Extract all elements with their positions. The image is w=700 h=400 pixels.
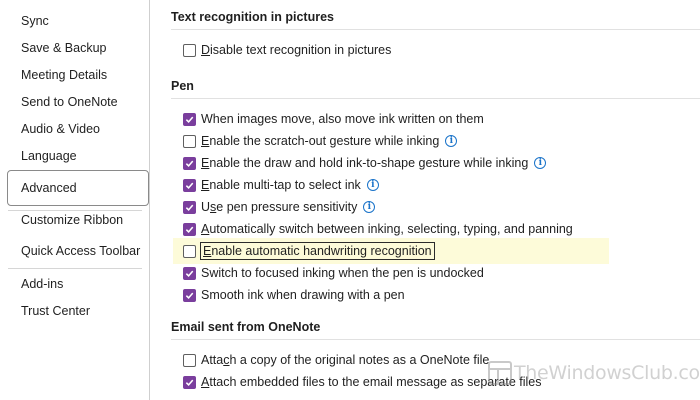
sidebar-item-trust-center[interactable]: Trust Center [0, 298, 150, 324]
checkbox-checked[interactable] [183, 266, 196, 280]
checkbox-unchecked[interactable] [183, 134, 196, 148]
option-smooth-ink[interactable]: Smooth ink when drawing with a pen [183, 285, 405, 305]
advanced-options-pane: Text recognition in pictures Disable tex… [151, 0, 700, 400]
checkbox-unchecked[interactable] [183, 43, 196, 57]
watermark-logo-icon [488, 361, 512, 385]
checkbox-checked[interactable] [183, 222, 196, 236]
option-label: Disable text recognition in pictures [201, 43, 392, 57]
checkbox-unchecked[interactable] [183, 244, 196, 258]
checkbox-checked[interactable] [183, 200, 196, 214]
option-move-ink-with-images[interactable]: When images move, also move ink written … [183, 109, 484, 129]
option-auto-switch-modes[interactable]: Automatically switch between inking, sel… [183, 219, 573, 239]
option-label: Attach a copy of the original notes as a… [201, 353, 490, 367]
section-divider [171, 339, 700, 340]
sidebar-item-save-backup[interactable]: Save & Backup [0, 35, 150, 61]
option-multi-tap-select[interactable]: Enable multi-tap to select ink i [183, 175, 379, 195]
option-label: Enable automatic handwriting recognition [200, 242, 435, 260]
info-icon[interactable]: i [366, 179, 379, 191]
option-label: Enable multi-tap to select ink [201, 178, 361, 192]
checkbox-checked[interactable] [183, 112, 196, 126]
section-title-text-recognition: Text recognition in pictures [171, 10, 334, 24]
section-title-email: Email sent from OneNote [171, 320, 321, 334]
option-scratch-out-gesture[interactable]: Enable the scratch-out gesture while ink… [183, 131, 458, 151]
option-label: Smooth ink when drawing with a pen [201, 288, 405, 302]
option-label: Enable the scratch-out gesture while ink… [201, 134, 440, 148]
option-handwriting-recognition[interactable]: Enable automatic handwriting recognition [173, 238, 609, 264]
sidebar-separator [8, 268, 142, 269]
option-label: Enable the draw and hold ink-to-shape ge… [201, 156, 529, 170]
sidebar-item-audio-video[interactable]: Audio & Video [0, 116, 150, 142]
option-label: Switch to focused inking when the pen is… [201, 266, 484, 280]
section-divider [171, 98, 700, 99]
sidebar-item-meeting-details[interactable]: Meeting Details [0, 62, 150, 88]
info-icon[interactable]: i [445, 135, 458, 147]
sidebar-item-advanced[interactable]: Advanced [7, 170, 149, 206]
sidebar-item-send-to-onenote[interactable]: Send to OneNote [0, 89, 150, 115]
option-focused-inking[interactable]: Switch to focused inking when the pen is… [183, 263, 484, 283]
section-divider [171, 29, 700, 30]
options-sidebar: Sync Save & Backup Meeting Details Send … [0, 0, 150, 400]
option-disable-text-recognition[interactable]: Disable text recognition in pictures [183, 40, 391, 60]
sidebar-item-customize-ribbon[interactable]: Customize Ribbon [0, 207, 150, 233]
checkbox-checked[interactable] [183, 288, 196, 302]
sidebar-item-sync[interactable]: Sync [0, 8, 150, 34]
checkbox-checked[interactable] [183, 178, 196, 192]
option-attach-onenote-copy[interactable]: Attach a copy of the original notes as a… [183, 350, 489, 370]
option-ink-to-shape-gesture[interactable]: Enable the draw and hold ink-to-shape ge… [183, 153, 547, 173]
checkbox-checked[interactable] [183, 156, 196, 170]
info-icon[interactable]: i [534, 157, 547, 169]
option-label: When images move, also move ink written … [201, 112, 484, 126]
sidebar-item-quick-access-toolbar[interactable]: Quick Access Toolbar [0, 238, 150, 264]
checkbox-checked[interactable] [183, 375, 196, 389]
checkbox-unchecked[interactable] [183, 353, 196, 367]
option-label: Automatically switch between inking, sel… [201, 222, 573, 236]
option-label: Use pen pressure sensitivity [201, 200, 358, 214]
watermark-text: TheWindowsClub.com [514, 362, 700, 384]
watermark: TheWindowsClub.com [486, 356, 700, 390]
sidebar-item-add-ins[interactable]: Add-ins [0, 271, 150, 297]
sidebar-item-language[interactable]: Language [0, 143, 150, 169]
section-title-pen: Pen [171, 79, 194, 93]
info-icon[interactable]: i [363, 201, 376, 213]
option-pen-pressure[interactable]: Use pen pressure sensitivity i [183, 197, 376, 217]
